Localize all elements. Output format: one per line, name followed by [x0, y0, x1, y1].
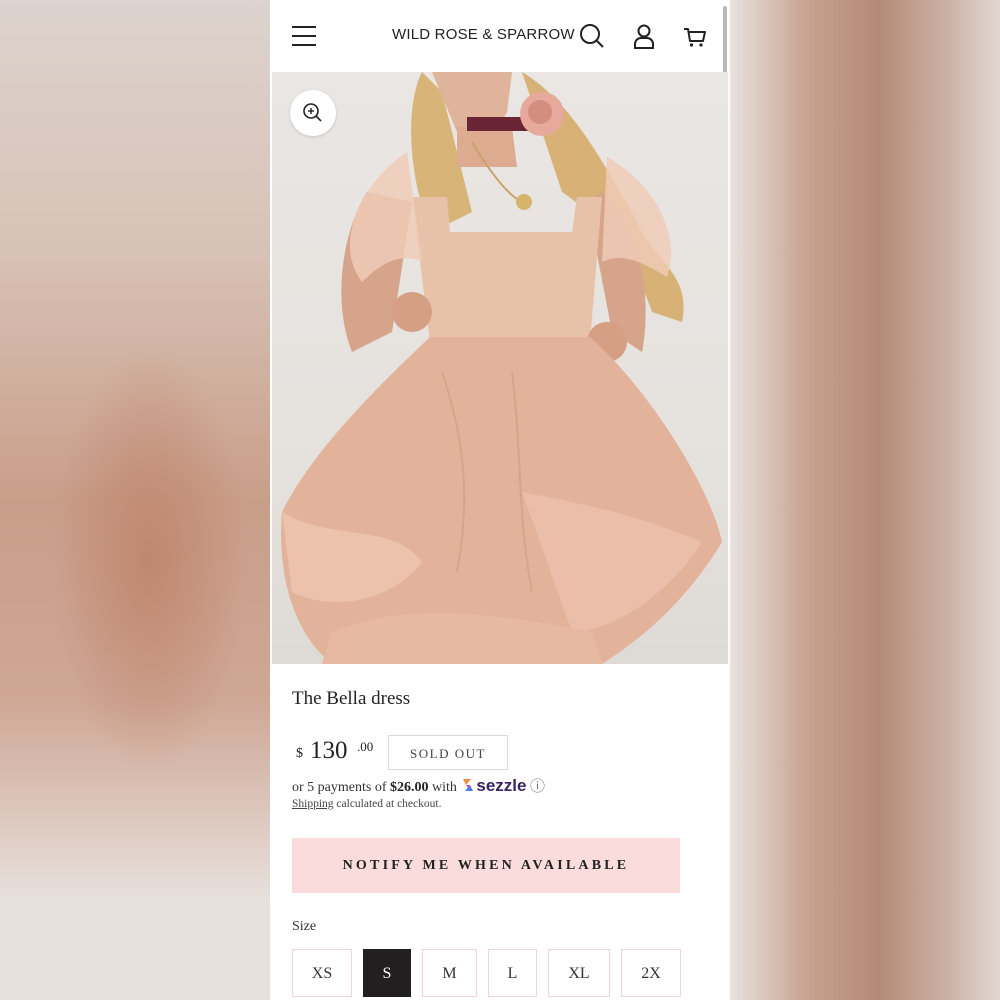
search-icon[interactable]	[578, 22, 606, 50]
installments-amount: $26.00	[389, 780, 429, 795]
size-option-s[interactable]: S	[363, 949, 411, 997]
site-header: WILD ROSE & SPARROW	[270, 0, 730, 72]
size-option-xs[interactable]: XS	[292, 949, 352, 997]
price-whole: 130	[310, 737, 348, 764]
notify-me-button[interactable]: NOTIFY ME WHEN AVAILABLE	[292, 838, 680, 893]
background-blur-left	[0, 0, 270, 1000]
cart-icon[interactable]	[681, 22, 709, 50]
zoom-in-icon	[303, 103, 322, 122]
phone-screen: WILD ROSE & SPARROW The Bella dress $ 13…	[270, 0, 730, 1000]
size-label: Size	[292, 919, 317, 934]
zoom-button[interactable]	[290, 90, 336, 136]
sezzle-logo-icon	[463, 779, 474, 791]
product-image[interactable]	[272, 72, 728, 664]
installments-with: with	[431, 780, 457, 795]
price-currency: $	[296, 746, 303, 761]
shipping-note: Shipping calculated at checkout.	[292, 798, 441, 810]
sold-out-badge: SOLD OUT	[388, 735, 508, 770]
size-option-m[interactable]: M	[422, 949, 477, 997]
size-option-xl[interactable]: XL	[548, 949, 610, 997]
installments-text: or 5 payments of $26.00 with sezzle ⓘ	[292, 775, 545, 796]
price-cents: .00	[357, 739, 374, 754]
sezzle-logo[interactable]: sezzle	[476, 776, 526, 795]
size-option-2x[interactable]: 2X	[621, 949, 681, 997]
background-blur-right	[730, 0, 1000, 1000]
dress-illustration	[281, 72, 722, 664]
info-icon[interactable]: ⓘ	[530, 777, 545, 795]
size-option-l[interactable]: L	[488, 949, 537, 997]
user-icon[interactable]	[630, 22, 658, 50]
installments-prefix: or 5 payments of	[292, 780, 387, 795]
shipping-link[interactable]: Shipping	[292, 798, 334, 810]
shipping-text: calculated at checkout.	[336, 798, 442, 810]
hamburger-menu-icon[interactable]	[292, 26, 318, 46]
brand-logo[interactable]: WILD ROSE & SPARROW	[392, 26, 575, 43]
product-title: The Bella dress	[292, 688, 411, 709]
